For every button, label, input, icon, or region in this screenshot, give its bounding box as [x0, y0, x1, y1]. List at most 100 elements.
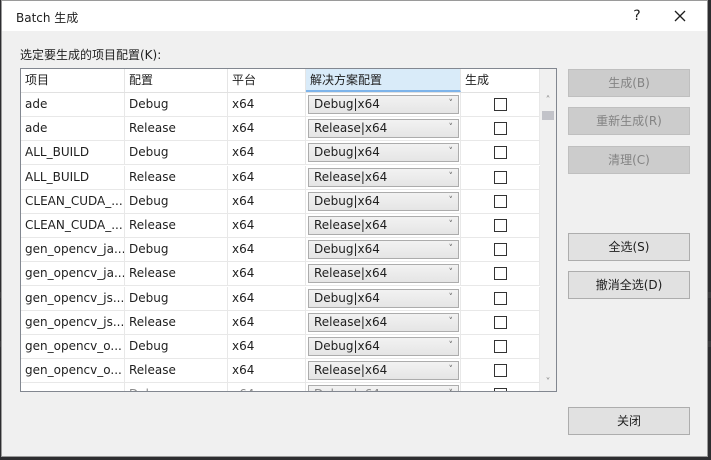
scroll-up-icon[interactable]: ˄: [540, 93, 556, 109]
project-cell: ade: [21, 117, 125, 142]
solution-config-dropdown[interactable]: Debug|x64 ˅: [308, 95, 459, 114]
project-cell: gen_opencv_ja...: [21, 262, 125, 287]
solution-config-dropdown[interactable]: Debug|x64 ˅: [308, 191, 459, 211]
config-cell: Release: [125, 165, 228, 190]
platform-cell: x64: [228, 383, 306, 391]
scrollbar-thumb[interactable]: [542, 111, 554, 120]
build-checkbox[interactable]: [494, 146, 507, 160]
title-bar: Batch 生成 ?: [2, 1, 707, 31]
table-row[interactable]: gen_opencv_js... Release x64 Release|x64 ˅: [21, 310, 540, 335]
dropdown-value: Release|x64: [314, 363, 388, 378]
batch-build-dialog: Batch 生成 ? 选定要生成的项目配置(K): 项目 配置 平台 解决方案配…: [1, 0, 708, 457]
build-checkbox[interactable]: [494, 291, 507, 305]
build-checkbox[interactable]: [494, 194, 507, 208]
chevron-down-icon: ˅: [448, 195, 454, 206]
solution-config-dropdown[interactable]: Release|x64 ˅: [308, 361, 459, 381]
chevron-down-icon: ˅: [448, 219, 454, 230]
build-button[interactable]: 生成(B): [568, 69, 690, 97]
build-checkbox[interactable]: [494, 364, 507, 378]
table-row[interactable]: ade Release x64 Release|x64 ˅: [21, 117, 540, 142]
chevron-down-icon: ˅: [449, 386, 454, 391]
project-cell: CLEAN_CUDA_...: [21, 213, 125, 238]
solution-config-dropdown[interactable]: Debug|x64 ˅: [308, 336, 459, 356]
solution-config-dropdown[interactable]: Release|x64 ˅: [308, 215, 459, 235]
build-checkbox[interactable]: [494, 388, 507, 391]
table-row[interactable]: gen_opencv_o... Release x64 Release|x64 ˅: [21, 359, 540, 384]
close-icon[interactable]: [670, 6, 690, 26]
solution-config-dropdown[interactable]: Release|x64 ˅: [308, 312, 459, 332]
solution-config-dropdown[interactable]: Debug|x64 ˅: [308, 240, 459, 260]
dropdown-value: Debug|x64: [314, 145, 380, 160]
chevron-down-icon: ˅: [448, 340, 454, 351]
config-cell: Debug: [125, 238, 228, 263]
table-row[interactable]: CLEAN_CUDA_... Debug x64 Debug|x64 ˅: [21, 189, 540, 214]
scroll-down-icon[interactable]: ˅: [540, 375, 556, 391]
solution-config-dropdown[interactable]: Debug|x64 ˅: [308, 143, 459, 163]
solution-config-dropdown[interactable]: Release|x64 ˅: [308, 119, 459, 139]
select-all-button[interactable]: 全选(S): [568, 233, 690, 261]
column-header-solution-config[interactable]: 解决方案配置: [306, 69, 461, 92]
table-row[interactable]: ALL_BUILD Debug x64 Debug|x64 ˅: [21, 141, 540, 166]
platform-cell: x64: [228, 359, 306, 384]
table-row[interactable]: ALL_BUILD Release x64 Release|x64 ˅: [21, 165, 540, 190]
chevron-down-icon: ˅: [448, 171, 454, 182]
config-cell: Release: [125, 310, 228, 335]
close-button[interactable]: 关闭: [568, 407, 690, 435]
config-cell: Debug: [125, 286, 228, 311]
build-checkbox[interactable]: [494, 170, 507, 184]
chevron-down-icon: ˅: [448, 123, 454, 134]
config-cell: Release: [125, 213, 228, 238]
project-cell: gen_opencv_js...: [21, 286, 125, 311]
config-cell: Debug: [125, 141, 228, 166]
dropdown-value: Release|x64: [314, 169, 388, 184]
clean-button[interactable]: 清理(C): [568, 146, 690, 174]
solution-config-dropdown[interactable]: Release|x64 ˅: [308, 264, 459, 284]
dropdown-value: Debug|x64: [314, 387, 380, 391]
platform-cell: x64: [228, 286, 306, 311]
config-cell: Debug: [125, 189, 228, 214]
platform-cell: x64: [228, 334, 306, 359]
vertical-scrollbar[interactable]: ˄ ˅: [540, 69, 556, 391]
column-header-project[interactable]: 项目: [21, 69, 125, 92]
table-row[interactable]: gen_opencv_ja... Debug x64 Debug|x64 ˅: [21, 238, 540, 263]
column-header-build[interactable]: 生成: [461, 69, 540, 92]
platform-cell: x64: [228, 189, 306, 214]
build-checkbox[interactable]: [494, 315, 507, 329]
build-checkbox[interactable]: [494, 98, 507, 111]
solution-config-dropdown[interactable]: Debug|x64 ˅: [308, 288, 459, 308]
column-header-config[interactable]: 配置: [125, 69, 228, 92]
project-cell: ALL_BUILD: [21, 165, 125, 190]
solution-config-dropdown[interactable]: Debug|x64 ˅: [308, 385, 459, 391]
table-row[interactable]: gen_opencv_js... Debug x64 Debug|x64 ˅: [21, 286, 540, 311]
build-checkbox[interactable]: [494, 218, 507, 232]
build-checkbox[interactable]: [494, 122, 507, 136]
dropdown-value: Debug|x64: [314, 290, 380, 305]
build-checkbox[interactable]: [494, 339, 507, 353]
platform-cell: x64: [228, 93, 306, 117]
project-cell: gen_opencv_o...: [21, 334, 125, 359]
rebuild-button[interactable]: 重新生成(R): [568, 107, 690, 135]
project-cell: gen_opencv_js...: [21, 310, 125, 335]
project-cell: ade: [21, 93, 125, 117]
build-checkbox[interactable]: [494, 267, 507, 281]
dropdown-value: Release|x64: [314, 266, 388, 281]
grid-header: 项目 配置 平台 解决方案配置 生成: [21, 69, 540, 93]
project-cell: gen_opencv_ja...: [21, 238, 125, 263]
dropdown-value: Debug|x64: [314, 193, 380, 208]
project-cell: CLEAN_CUDA_...: [21, 189, 125, 214]
deselect-all-button[interactable]: 撤消全选(D): [568, 271, 690, 299]
platform-cell: x64: [228, 117, 306, 142]
solution-config-dropdown[interactable]: Release|x64 ˅: [308, 167, 459, 187]
table-row[interactable]: gen_opencv_ja... Release x64 Release|x64 ˅: [21, 262, 540, 287]
column-header-platform[interactable]: 平台: [228, 69, 306, 92]
build-checkbox[interactable]: [494, 243, 507, 257]
table-row[interactable]: ade Debug x64 Debug|x64 ˅: [21, 93, 540, 117]
project-cell: ALL_BUILD: [21, 141, 125, 166]
chevron-down-icon: ˅: [448, 147, 454, 158]
table-row[interactable]: gen_opencv_o... Debug x64 Debug|x64 ˅: [21, 334, 540, 359]
config-cell: Release: [125, 117, 228, 142]
table-row[interactable]: Debugx64 Debug|x64 ˅: [21, 383, 540, 391]
table-row[interactable]: CLEAN_CUDA_... Release x64 Release|x64 ˅: [21, 213, 540, 238]
project-config-grid: 项目 配置 平台 解决方案配置 生成 ade Debug x64 Debug|x64 ˅…: [20, 68, 557, 392]
help-button[interactable]: ?: [627, 6, 647, 26]
